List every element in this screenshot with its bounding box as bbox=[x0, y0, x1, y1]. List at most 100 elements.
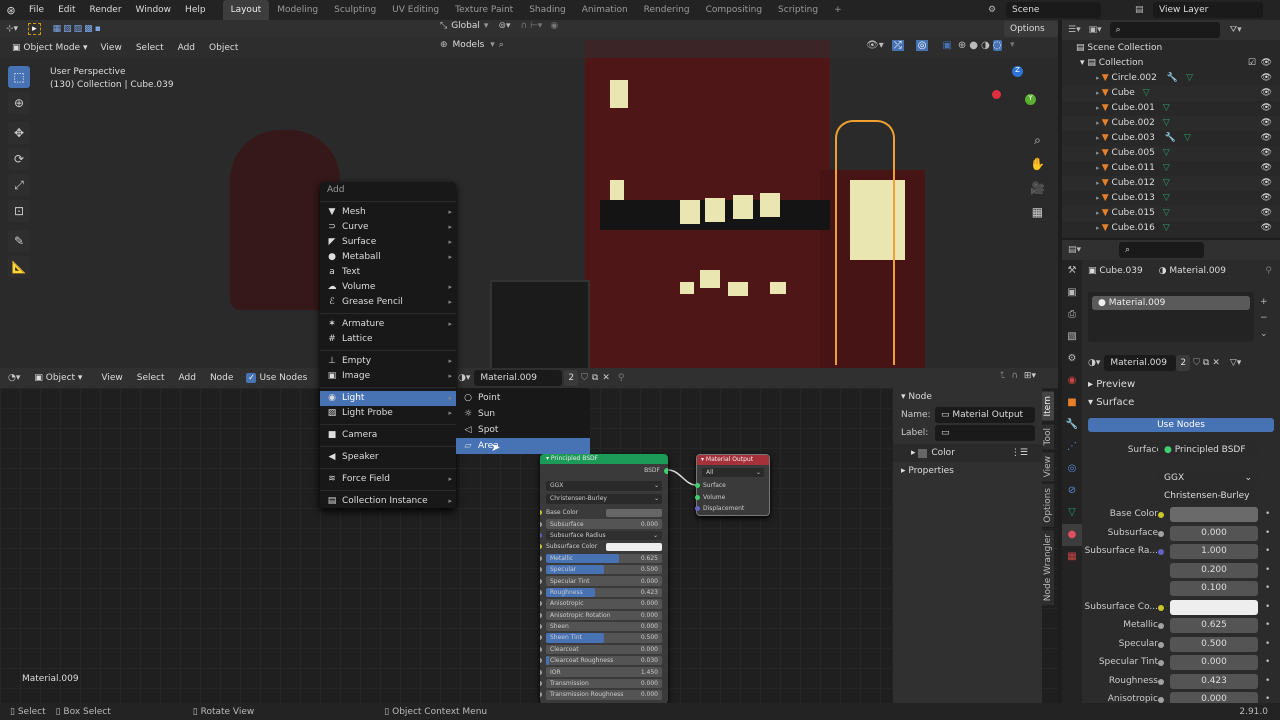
light-item-point[interactable]: ○ Point bbox=[456, 390, 590, 406]
material-users-count[interactable]: 2 bbox=[1176, 355, 1191, 371]
property-field[interactable]: 0.625 bbox=[1170, 618, 1258, 633]
bsdf-input-sheen-tint[interactable]: Sheen Tint 0.500 bbox=[540, 632, 662, 643]
keyframe-dot-icon[interactable]: • bbox=[1265, 639, 1270, 649]
input-socket[interactable] bbox=[540, 658, 542, 664]
solid-shading-icon[interactable]: ● bbox=[969, 40, 978, 51]
object-mode-dropdown[interactable]: ▣ Object Mode ▾ bbox=[6, 40, 93, 56]
eye-icon[interactable]: 👁 bbox=[1261, 71, 1272, 86]
link-type-icon[interactable]: ▽▾ bbox=[1230, 358, 1241, 368]
measure-tool-icon[interactable]: 📐 bbox=[8, 256, 30, 278]
property-field[interactable]: 0.200 bbox=[1170, 562, 1258, 578]
eye-icon[interactable]: 👁 bbox=[1261, 146, 1272, 161]
wireframe-shading-icon[interactable]: ⊕ bbox=[958, 40, 966, 51]
modifier-wrench-icon[interactable]: 🔧 bbox=[1165, 133, 1176, 143]
mesh-data-icon[interactable]: ▽ bbox=[1186, 73, 1193, 83]
xray-icon[interactable]: ▣ bbox=[942, 40, 951, 51]
add-workspace-button[interactable]: + bbox=[826, 0, 850, 20]
annotate-tool-icon[interactable]: ✎ bbox=[8, 230, 30, 252]
sidebar-tab-tool[interactable]: Tool bbox=[1042, 423, 1054, 449]
keyframe-dot-icon[interactable]: • bbox=[1265, 546, 1270, 556]
outliner-item[interactable]: ▸ ▼ Cube.002 ▽ 👁 bbox=[1062, 116, 1280, 131]
light-item-sun[interactable]: ☼ Sun bbox=[456, 406, 590, 422]
fake-user-icon[interactable]: ⛉ bbox=[1193, 358, 1200, 368]
socket-icon[interactable] bbox=[1158, 623, 1164, 629]
add-menu-item-force-field[interactable]: ≋ Force Field ▸ bbox=[320, 472, 456, 487]
surface-panel[interactable]: ▾ Surface bbox=[1088, 397, 1134, 408]
socket-icon[interactable] bbox=[1158, 660, 1164, 666]
node-panel-header[interactable]: ▾ Node bbox=[893, 388, 1042, 406]
bsdf-input-base-color[interactable]: Base Color bbox=[540, 507, 662, 518]
workspace-tab-layout[interactable]: Layout bbox=[222, 0, 270, 20]
node-header[interactable]: ▾ Material Output bbox=[697, 455, 769, 465]
outliner-item[interactable]: ▸ ▼ Circle.002 🔧 ▽ 👁 bbox=[1062, 71, 1280, 86]
eye-icon[interactable]: 👁 bbox=[1261, 161, 1272, 176]
material-name-field[interactable]: Material.009 bbox=[1104, 355, 1177, 371]
input-socket[interactable] bbox=[540, 635, 542, 641]
eye-icon[interactable]: 👁 bbox=[1261, 191, 1272, 206]
exclude-checkbox[interactable]: ☑ bbox=[1248, 56, 1256, 71]
snap-icon[interactable]: ∩ ⊢▾ bbox=[521, 21, 543, 31]
property-field[interactable]: 0.500 bbox=[1170, 636, 1258, 652]
output-socket[interactable] bbox=[664, 468, 668, 474]
property-field[interactable]: 0.100 bbox=[1170, 581, 1258, 596]
keyframe-dot-icon[interactable]: • bbox=[1265, 583, 1270, 593]
pan-hand-icon[interactable]: ✋ bbox=[1030, 152, 1045, 176]
mesh-data-icon[interactable]: ▽ bbox=[1163, 223, 1170, 233]
sidebar-tab-view[interactable]: View bbox=[1042, 451, 1054, 482]
outliner-item[interactable]: ▸ ▼ Cube.013 ▽ 👁 bbox=[1062, 191, 1280, 206]
keyframe-dot-icon[interactable]: • bbox=[1265, 657, 1270, 667]
node-menu-select[interactable]: Select bbox=[130, 368, 172, 388]
input-socket[interactable] bbox=[540, 692, 542, 698]
scale-tool-icon[interactable]: ⤢ bbox=[8, 174, 30, 196]
workspace-tab-sculpting[interactable]: Sculpting bbox=[326, 0, 384, 20]
mesh-data-icon[interactable]: ▽ bbox=[1163, 193, 1170, 203]
input-socket[interactable] bbox=[540, 601, 542, 607]
add-menu-item-collection-instance[interactable]: ▤ Collection Instance ▸ bbox=[320, 494, 456, 509]
bsdf-input-metallic[interactable]: Metallic 0.625 bbox=[540, 553, 662, 564]
selection-mode-icons[interactable]: ▦▧▨▩▪ bbox=[53, 24, 103, 34]
outliner-item[interactable]: ▸ ▼ Cube.001 ▽ 👁 bbox=[1062, 101, 1280, 116]
node-header[interactable]: ▾ Principled BSDF bbox=[540, 454, 668, 464]
keyframe-dot-icon[interactable]: • bbox=[1265, 602, 1270, 612]
mesh-data-icon[interactable]: ▽ bbox=[1163, 208, 1170, 218]
scene-field[interactable]: Scene bbox=[1006, 2, 1101, 18]
object-tab-icon[interactable]: ■ bbox=[1062, 392, 1082, 414]
pivot-icon[interactable]: ⊚▾ bbox=[498, 21, 510, 31]
light-item-area[interactable]: ▱ Area bbox=[456, 438, 590, 454]
input-socket[interactable] bbox=[540, 532, 542, 538]
material-users-count[interactable]: 2 bbox=[564, 370, 579, 386]
distribution-dropdown[interactable]: GGX ⌄ bbox=[546, 481, 662, 491]
input-socket[interactable] bbox=[540, 612, 542, 618]
menu-render[interactable]: Render bbox=[83, 0, 129, 20]
fake-user-icon[interactable]: ⛉ bbox=[581, 373, 588, 383]
tool-settings-icon[interactable]: ⊹▾ bbox=[6, 24, 18, 34]
list-icon[interactable]: ⋮☰ bbox=[1011, 448, 1028, 458]
bsdf-input-subsurface-color[interactable]: Subsurface Color bbox=[540, 541, 662, 552]
visibility-icon[interactable]: 👁▾ bbox=[866, 40, 884, 51]
mesh-data-icon[interactable]: ▽ bbox=[1163, 178, 1170, 188]
target-dropdown[interactable]: All ⌄ bbox=[702, 468, 764, 477]
snap-icon[interactable]: ∩ bbox=[1011, 371, 1018, 381]
add-menu-item-image[interactable]: ▣ Image ▸ bbox=[320, 369, 456, 384]
navigation-gizmo[interactable]: Z Y bbox=[992, 66, 1036, 110]
outliner-item[interactable]: ▸ ▼ Cube.005 ▽ 👁 bbox=[1062, 146, 1280, 161]
remove-slot-button[interactable]: − bbox=[1260, 310, 1268, 326]
material-name-field[interactable]: Material.009 bbox=[474, 370, 563, 386]
pin-icon[interactable]: ⚲ bbox=[1265, 266, 1272, 276]
material-browse-icon[interactable]: ◑▾ bbox=[1088, 358, 1100, 368]
viewport-menu-select[interactable]: Select bbox=[129, 38, 171, 58]
socket-icon[interactable] bbox=[1158, 678, 1164, 685]
outliner-item[interactable]: ▸ ▼ Cube.003 🔧 ▽ 👁 bbox=[1062, 131, 1280, 146]
blender-logo-icon[interactable]: ⊛ bbox=[0, 4, 22, 17]
property-field[interactable]: 0.423 bbox=[1170, 673, 1258, 689]
duplicate-material-icon[interactable]: ⧉ bbox=[592, 373, 598, 383]
keyframe-dot-icon[interactable]: • bbox=[1265, 509, 1270, 519]
eye-icon[interactable]: 👁 bbox=[1261, 116, 1272, 131]
bsdf-input-specular-tint[interactable]: Specular Tint 0.000 bbox=[540, 575, 662, 586]
add-menu-item-light-probe[interactable]: ▨ Light Probe ▸ bbox=[320, 406, 456, 421]
menu-help[interactable]: Help bbox=[178, 0, 213, 20]
bsdf-input-anisotropic[interactable]: Anisotropic 0.000 bbox=[540, 598, 662, 609]
ortho-grid-icon[interactable]: ▦ bbox=[1030, 200, 1045, 224]
mesh-data-icon[interactable]: ▽ bbox=[1184, 133, 1191, 143]
rendered-shading-icon[interactable]: ◌ bbox=[992, 40, 1002, 51]
